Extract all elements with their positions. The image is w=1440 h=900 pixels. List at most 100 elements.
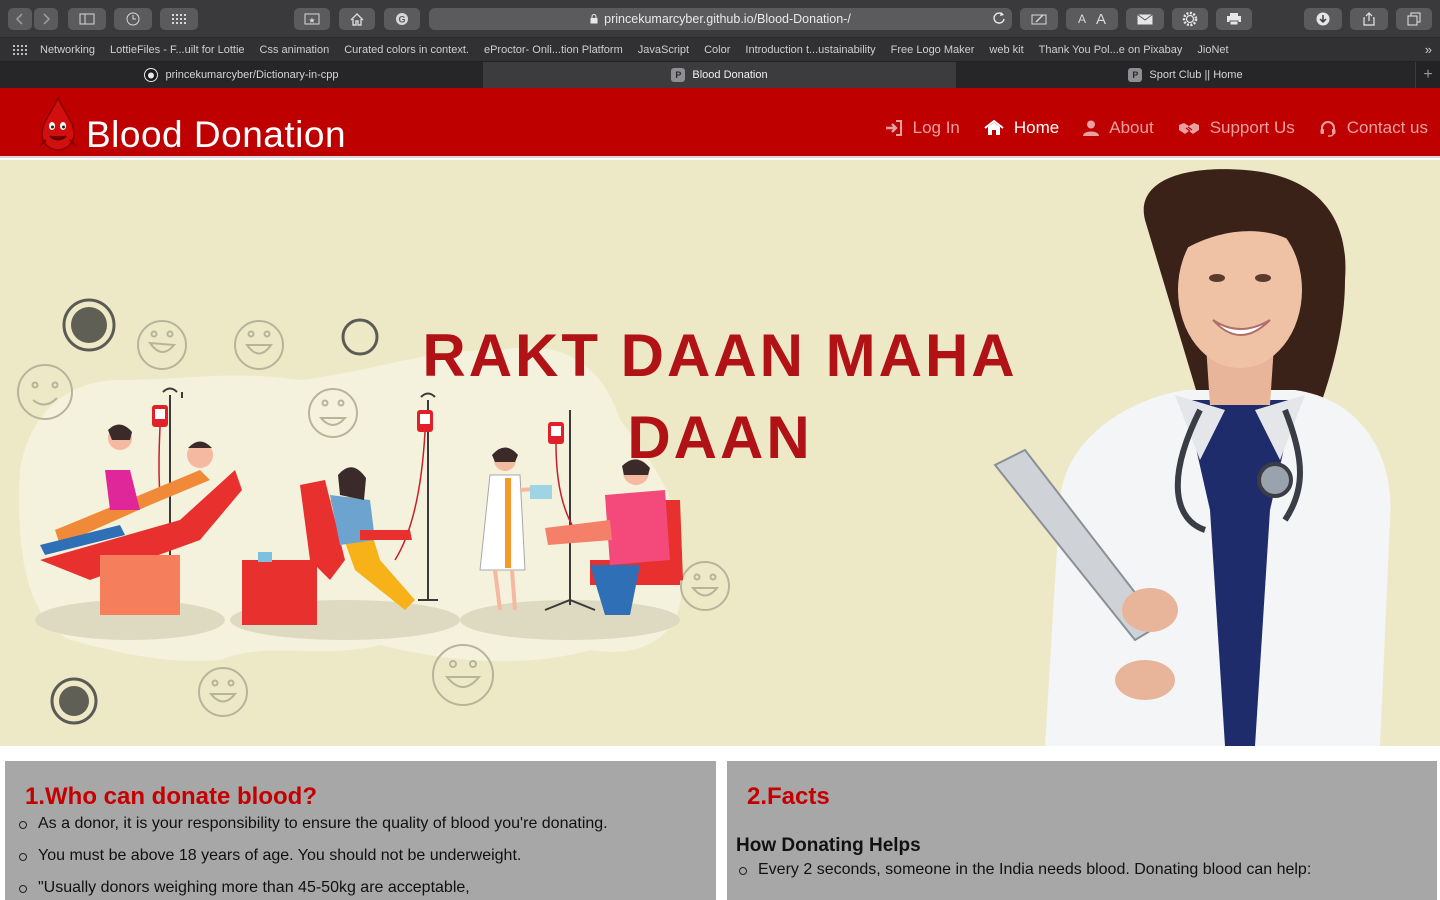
nav-label: Home xyxy=(1013,118,1060,137)
bookmarks-bar: Networking LottieFiles - F...uilt for Lo… xyxy=(0,38,1440,62)
address-bar[interactable]: princekumarcyber.github.io/Blood-Donatio… xyxy=(429,8,1012,30)
extension-icon: G xyxy=(396,13,408,25)
main-nav: Log In Home About Support Us Contact us xyxy=(861,118,1428,138)
nav-login[interactable]: Log In xyxy=(885,118,960,138)
svg-text:G: G xyxy=(398,15,405,25)
list-item: Every 2 seconds, someone in the India ne… xyxy=(735,862,1311,894)
card-heading: 1.Who can donate blood? xyxy=(25,783,317,810)
tab-label: Blood Donation xyxy=(692,69,768,81)
grid-icon xyxy=(13,44,27,55)
bookmarks-grid-button[interactable] xyxy=(0,44,40,55)
eligibility-list: As a donor, it is your responsibility to… xyxy=(15,816,608,900)
tab-dictionary[interactable]: princekumarcyber/Dictionary-in-cpp xyxy=(0,62,484,88)
github-icon xyxy=(144,68,159,82)
home-toolbar-button[interactable] xyxy=(339,8,375,30)
headset-icon xyxy=(1320,120,1336,137)
history-button[interactable] xyxy=(114,8,152,30)
text-smaller-label[interactable]: A xyxy=(1078,12,1086,26)
sidebar-button[interactable] xyxy=(68,8,106,30)
tab-sport-club[interactable]: P Sport Club || Home xyxy=(956,62,1416,88)
who-can-donate-card: 1.Who can donate blood? As a donor, it i… xyxy=(5,761,716,900)
bookmarks-overflow-icon[interactable]: » xyxy=(1425,42,1432,57)
grid-icon xyxy=(172,14,186,24)
printer-icon xyxy=(1227,13,1241,26)
nav-support[interactable]: Support Us xyxy=(1178,118,1295,138)
bookmark-item[interactable]: Css animation xyxy=(260,44,330,56)
bookmark-item[interactable]: JioNet xyxy=(1197,44,1228,56)
downloads-button[interactable] xyxy=(1304,8,1342,30)
bookmark-item[interactable]: Introduction t...ustainability xyxy=(745,44,875,56)
nav-label: Log In xyxy=(912,118,960,137)
tabs-icon xyxy=(1407,12,1421,26)
hero-banner: RAKT DAAN MAHA DAAN xyxy=(0,160,1440,746)
bookmark-item[interactable]: Color xyxy=(704,44,730,56)
tab-bar: princekumarcyber/Dictionary-in-cpp P Blo… xyxy=(0,62,1440,88)
favicon-p-icon: P xyxy=(1128,68,1143,82)
back-button[interactable] xyxy=(8,8,32,30)
user-icon xyxy=(1083,120,1100,136)
reload-icon[interactable] xyxy=(992,11,1006,25)
list-item: As a donor, it is your responsibility to… xyxy=(15,816,608,848)
forward-button[interactable] xyxy=(34,8,58,30)
extension-button[interactable]: G xyxy=(384,8,420,30)
hero-title-line-2: DAAN xyxy=(627,404,813,471)
list-item: You must be above 18 years of age. You s… xyxy=(15,848,608,880)
info-section: 1.Who can donate blood? As a donor, it i… xyxy=(0,746,1440,900)
mail-button[interactable] xyxy=(1126,8,1164,30)
hero-title: RAKT DAAN MAHA DAAN xyxy=(380,315,1060,479)
bookmark-item[interactable]: Free Logo Maker xyxy=(891,44,975,56)
nav-label: About xyxy=(1109,118,1154,137)
download-icon xyxy=(1316,12,1330,26)
tab-overview-button[interactable] xyxy=(1396,8,1432,30)
nav-about[interactable]: About xyxy=(1083,118,1154,138)
lock-icon xyxy=(590,14,598,24)
tab-label: Sport Club || Home xyxy=(1149,69,1243,81)
tab-blood-donation[interactable]: P Blood Donation xyxy=(484,62,956,88)
list-item: "Usually donors weighing more than 45-50… xyxy=(15,880,608,900)
bookmark-item[interactable]: web kit xyxy=(989,44,1023,56)
chevron-right-icon xyxy=(43,13,51,25)
card-heading: 2.Facts xyxy=(747,783,830,810)
site-brand[interactable]: Blood Donation xyxy=(86,114,346,156)
bookmark-item[interactable]: Curated colors in context. xyxy=(344,44,469,56)
facts-card: 2.Facts How Donating Helps Every 2 secon… xyxy=(727,761,1437,900)
facts-list: Every 2 seconds, someone in the India ne… xyxy=(735,862,1311,894)
top-sites-button[interactable] xyxy=(160,8,198,30)
share-button[interactable] xyxy=(1350,8,1388,30)
text-size-button[interactable]: A A xyxy=(1066,8,1118,30)
new-tab-button[interactable]: + xyxy=(1416,62,1440,88)
site-header: Blood Donation Log In Home About Support… xyxy=(0,88,1440,158)
handshake-icon xyxy=(1178,123,1199,134)
share-icon xyxy=(1363,12,1375,26)
star-icon: ★ xyxy=(304,13,320,25)
print-button[interactable] xyxy=(1216,8,1252,30)
browser-toolbar: ★ G princekumarcyber.github.io/Blood-Don… xyxy=(0,0,1440,38)
nav-label: Contact us xyxy=(1346,118,1428,137)
pencil-icon xyxy=(1031,14,1047,25)
settings-button[interactable] xyxy=(1172,8,1208,30)
nav-home[interactable]: Home xyxy=(984,118,1059,138)
nav-label: Support Us xyxy=(1209,118,1295,137)
mail-icon xyxy=(1137,13,1153,24)
card-subheading: How Donating Helps xyxy=(736,835,921,856)
home-icon xyxy=(984,120,1004,135)
url-text: princekumarcyber.github.io/Blood-Donatio… xyxy=(604,12,851,26)
gear-icon xyxy=(1182,11,1198,27)
bookmark-item[interactable]: eProctor- Onli...tion Platform xyxy=(484,44,623,56)
reader-button[interactable]: ★ xyxy=(294,8,330,30)
annotate-button[interactable] xyxy=(1020,8,1058,30)
bookmark-item[interactable]: Thank You Pol...e on Pixabay xyxy=(1039,44,1183,56)
svg-text:★: ★ xyxy=(308,16,315,25)
bookmark-item[interactable]: LottieFiles - F...uilt for Lottie xyxy=(110,44,245,56)
text-larger-label[interactable]: A xyxy=(1096,11,1106,28)
nav-contact[interactable]: Contact us xyxy=(1319,118,1428,138)
sign-in-icon xyxy=(885,120,902,136)
clock-icon xyxy=(126,12,140,26)
bookmark-item[interactable]: JavaScript xyxy=(638,44,689,56)
home-icon xyxy=(350,12,364,26)
tab-label: princekumarcyber/Dictionary-in-cpp xyxy=(165,69,339,81)
sidebar-icon xyxy=(79,13,95,25)
blood-drop-logo-icon xyxy=(39,96,77,151)
bookmark-item[interactable]: Networking xyxy=(40,44,95,56)
favicon-p-icon: P xyxy=(671,68,686,82)
